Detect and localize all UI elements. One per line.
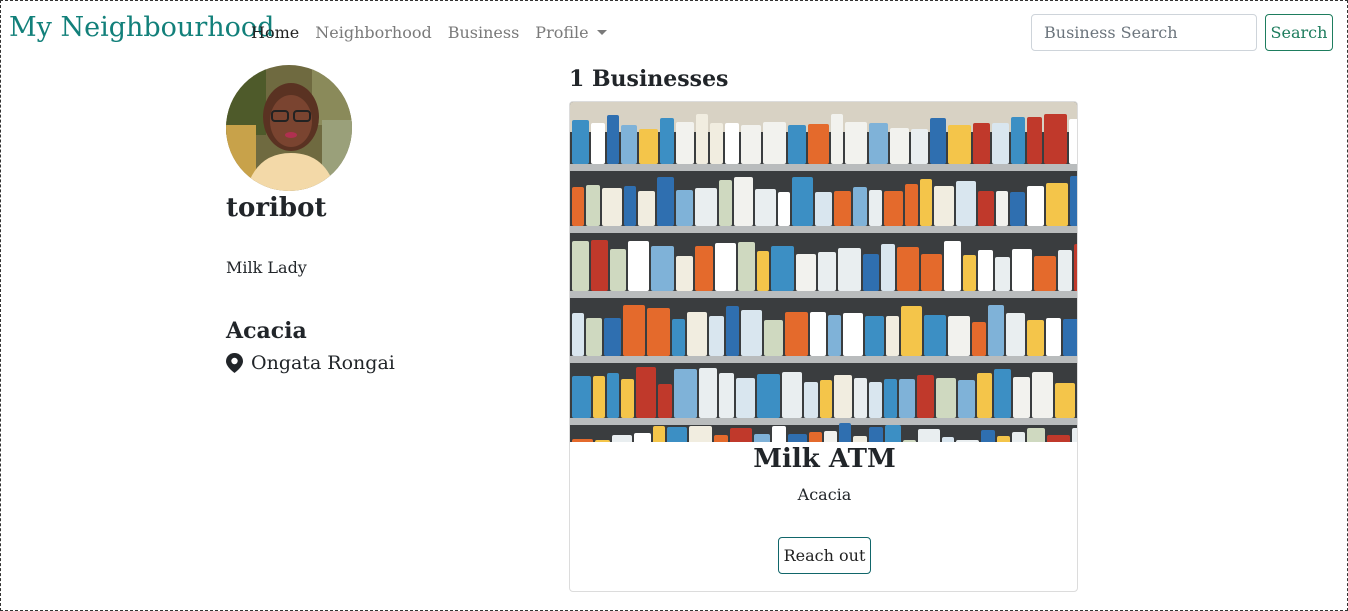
location-label: Ongata Rongai bbox=[251, 352, 395, 374]
nav-neighborhood[interactable]: Neighborhood bbox=[315, 23, 431, 42]
business-card: Milk ATM Acacia Reach out bbox=[569, 101, 1078, 592]
main-nav: Home Neighborhood Business Profile bbox=[251, 23, 607, 42]
brand-link[interactable]: My Neighbourhood bbox=[9, 12, 274, 43]
business-count: 1 Businesses bbox=[569, 66, 729, 92]
avatar bbox=[226, 65, 352, 191]
map-marker-icon bbox=[226, 353, 243, 373]
profile-username: toribot bbox=[226, 193, 327, 223]
profile-location: Ongata Rongai bbox=[226, 352, 395, 374]
nav-home[interactable]: Home bbox=[251, 23, 299, 42]
business-name: Milk ATM bbox=[753, 444, 896, 474]
search-button[interactable]: Search bbox=[1265, 14, 1333, 51]
profile-neighbourhood: Acacia bbox=[226, 318, 307, 344]
business-neighbourhood: Acacia bbox=[797, 485, 852, 504]
nav-profile-dropdown[interactable]: Profile bbox=[535, 23, 607, 42]
caret-down-icon bbox=[596, 30, 607, 35]
nav-business[interactable]: Business bbox=[448, 23, 520, 42]
business-image bbox=[570, 102, 1077, 442]
nav-profile-label: Profile bbox=[535, 23, 589, 42]
profile-bio: Milk Lady bbox=[226, 258, 307, 277]
avatar-photo bbox=[226, 65, 352, 191]
business-search-input[interactable] bbox=[1031, 14, 1257, 51]
reach-out-button[interactable]: Reach out bbox=[778, 537, 871, 574]
